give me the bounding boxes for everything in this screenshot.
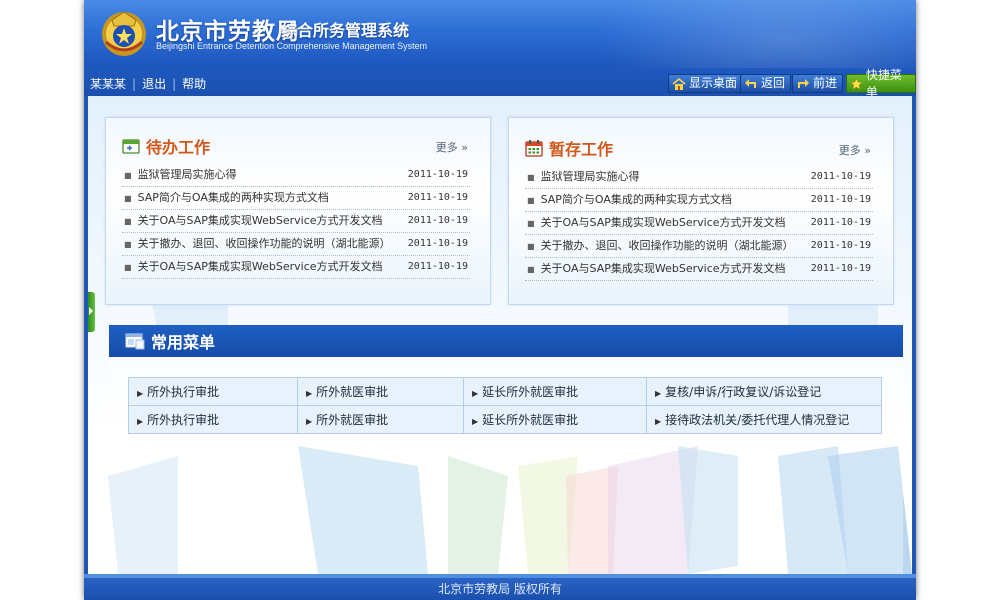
list-item[interactable]: ■ 监狱管理局实施心得 2011-10-19 [122, 164, 470, 187]
help-link[interactable]: 帮助 [182, 77, 206, 91]
list-item[interactable]: ■ SAP简介与OA集成的两种实现方式文档 2011-10-19 [525, 189, 873, 212]
menu-item-label: 复核/申诉/行政复议/诉讼登记 [665, 385, 822, 399]
menu-item-extend-outside-medical[interactable]: ▶ 延长所外就医审批 [463, 405, 647, 434]
menu-item-label: 接待政法机关/委托代理人情况登记 [665, 413, 850, 427]
draft-work-panel: 暂存工作 更多 » ■ 监狱管理局实施心得 2011-10-19 ■ SAP简介与OA… [508, 117, 894, 305]
back-label: 返回 [761, 76, 786, 90]
menu-row: ▶ 所外执行审批 ▶ 所外就医审批 ▶ 延长所外就医审批 ▶ 接待政法机关/委托代理人情… [128, 405, 882, 434]
menu-item-label: 延长所外就医审批 [482, 385, 579, 399]
menu-row: ▶ 所外执行审批 ▶ 所外就医审批 ▶ 延长所外就医审批 ▶ 复核/申诉/行政复议/诉讼… [128, 377, 882, 406]
pending-more-link[interactable]: 更多 » [436, 139, 468, 155]
common-menu-title: 常用菜单 [151, 333, 216, 352]
footer: 北京市劳教局 版权所有 [84, 578, 916, 600]
item-date: 2011-10-19 [407, 192, 468, 203]
draft-work-header: 暂存工作 [525, 136, 613, 160]
item-title: 关于OA与SAP集成实现WebService方式开发文档 [540, 216, 786, 229]
item-title: 监狱管理局实施心得 [540, 170, 640, 183]
pending-work-title: 待办工作 [146, 138, 211, 157]
home-icon [672, 77, 686, 90]
menu-item-label: 所外就医审批 [316, 413, 389, 427]
forward-arrow-icon [798, 78, 809, 88]
list-item[interactable]: ■ 关于OA与SAP集成实现WebService方式开发文档 2011-10-19 [122, 256, 470, 279]
draft-more-link[interactable]: 更多 » [839, 142, 871, 158]
inbox-icon [122, 139, 140, 154]
main-content: 待办工作 更多 » ■ 监狱管理局实施心得 2011-10-19 ■ SAP简介与OA… [88, 96, 912, 574]
sidebar-toggle[interactable] [88, 292, 95, 332]
menu-item-label: 所外执行审批 [147, 385, 220, 399]
menu-item-outside-execution[interactable]: ▶ 所外执行审批 [128, 405, 298, 434]
item-title: 监狱管理局实施心得 [137, 168, 237, 181]
show-desktop-label: 显示桌面 [689, 76, 738, 90]
list-item[interactable]: ■ SAP简介与OA集成的两种实现方式文档 2011-10-19 [122, 187, 470, 210]
menu-item-extend-outside-medical[interactable]: ▶ 延长所外就医审批 [463, 377, 647, 406]
back-arrow-icon [745, 78, 756, 88]
calendar-icon [525, 140, 543, 157]
menu-item-review-appeal[interactable]: ▶ 复核/申诉/行政复议/诉讼登记 [646, 377, 882, 406]
app-english-title: Beijingshi Entrance Detention Comprehens… [156, 41, 428, 51]
back-button[interactable]: 返回 [740, 74, 792, 93]
draft-work-title: 暂存工作 [549, 140, 614, 159]
menu-item-outside-medical[interactable]: ▶ 所外就医审批 [297, 405, 464, 434]
police-emblem-icon [102, 11, 146, 56]
menu-item-label: 所外执行审批 [147, 413, 220, 427]
item-title: 关于撤办、退回、收回操作功能的说明（湖北能源） [137, 237, 391, 250]
copyright-text: 北京市劳教局 版权所有 [438, 582, 562, 596]
common-menu-panel: 常用菜单 ▶ 所外执行审批 ▶ 所外就医审批 ▶ 延长所外就医审批 ▶ 复核/申诉/行政… [109, 325, 903, 574]
item-title: 关于OA与SAP集成实现WebService方式开发文档 [137, 214, 383, 227]
star-icon [850, 77, 863, 90]
list-item[interactable]: ■ 关于撤办、退回、收回操作功能的说明（湖北能源） 2011-10-19 [525, 235, 873, 258]
list-item[interactable]: ■ 监狱管理局实施心得 2011-10-19 [525, 166, 873, 189]
item-date: 2011-10-19 [810, 263, 871, 274]
user-links: 某某某 | 退出 | 帮助 [90, 77, 207, 91]
list-item[interactable]: ■ 关于OA与SAP集成实现WebService方式开发文档 2011-10-19 [122, 210, 470, 233]
double-chevron-icon: » [864, 144, 871, 157]
list-item[interactable]: ■ 关于OA与SAP集成实现WebService方式开发文档 2011-10-19 [525, 258, 873, 281]
shortcut-menu-button[interactable]: 快捷菜单 [846, 68, 916, 99]
common-menu-header: 常用菜单 [109, 325, 903, 357]
list-item[interactable]: ■ 关于撤办、退回、收回操作功能的说明（湖北能源） 2011-10-19 [122, 233, 470, 256]
item-title: SAP简介与OA集成的两种实现方式文档 [137, 191, 329, 204]
menu-item-outside-medical[interactable]: ▶ 所外就医审批 [297, 377, 464, 406]
pending-work-header: 待办工作 [122, 134, 210, 158]
list-item[interactable]: ■ 关于OA与SAP集成实现WebService方式开发文档 2011-10-19 [525, 212, 873, 235]
menu-item-outside-execution[interactable]: ▶ 所外执行审批 [128, 377, 298, 406]
username-link[interactable]: 某某某 [90, 77, 126, 91]
item-title: 关于撤办、退回、收回操作功能的说明（湖北能源） [540, 239, 794, 252]
item-date: 2011-10-19 [407, 261, 468, 272]
pending-more-label: 更多 [435, 141, 458, 154]
menu-item-label: 所外就医审批 [316, 385, 389, 399]
draft-work-list: ■ 监狱管理局实施心得 2011-10-19 ■ SAP简介与OA集成的两种实现方式文… [525, 166, 873, 281]
item-title: 关于OA与SAP集成实现WebService方式开发文档 [137, 260, 383, 273]
item-title: SAP简介与OA集成的两种实现方式文档 [540, 193, 732, 206]
item-date: 2011-10-19 [407, 215, 468, 226]
app-frame: 北京市劳教局 综合所务管理系统 Beijingshi Entrance Dete… [84, 0, 916, 600]
forward-label: 前进 [813, 76, 838, 90]
item-date: 2011-10-19 [810, 217, 871, 228]
header: 北京市劳教局 综合所务管理系统 Beijingshi Entrance Dete… [84, 0, 916, 68]
app-subtitle: 综合所务管理系统 [281, 21, 410, 40]
item-date: 2011-10-19 [810, 194, 871, 205]
common-menu-grid: ▶ 所外执行审批 ▶ 所外就医审批 ▶ 延长所外就医审批 ▶ 复核/申诉/行政复议/诉讼… [128, 377, 882, 434]
forward-button[interactable]: 前进 [792, 74, 844, 93]
draft-more-label: 更多 [838, 144, 861, 157]
item-date: 2011-10-19 [407, 238, 468, 249]
menu-item-reception-register[interactable]: ▶ 接待政法机关/委托代理人情况登记 [646, 405, 882, 434]
pending-work-list: ■ 监狱管理局实施心得 2011-10-19 ■ SAP简介与OA集成的两种实现方式文… [122, 164, 470, 279]
pending-work-panel: 待办工作 更多 » ■ 监狱管理局实施心得 2011-10-19 ■ SAP简介与OA… [105, 117, 491, 305]
double-chevron-icon: » [461, 141, 468, 154]
menu-item-label: 延长所外就医审批 [482, 413, 579, 427]
logout-link[interactable]: 退出 [142, 77, 166, 91]
item-title: 关于OA与SAP集成实现WebService方式开发文档 [540, 262, 786, 275]
item-date: 2011-10-19 [407, 169, 468, 180]
item-date: 2011-10-19 [810, 171, 871, 182]
show-desktop-button[interactable]: 显示桌面 [668, 74, 744, 93]
window-icon [125, 333, 145, 350]
item-date: 2011-10-19 [810, 240, 871, 251]
toolbar: 某某某 | 退出 | 帮助 显示桌面 返回 前进 快捷菜单 [84, 68, 916, 99]
